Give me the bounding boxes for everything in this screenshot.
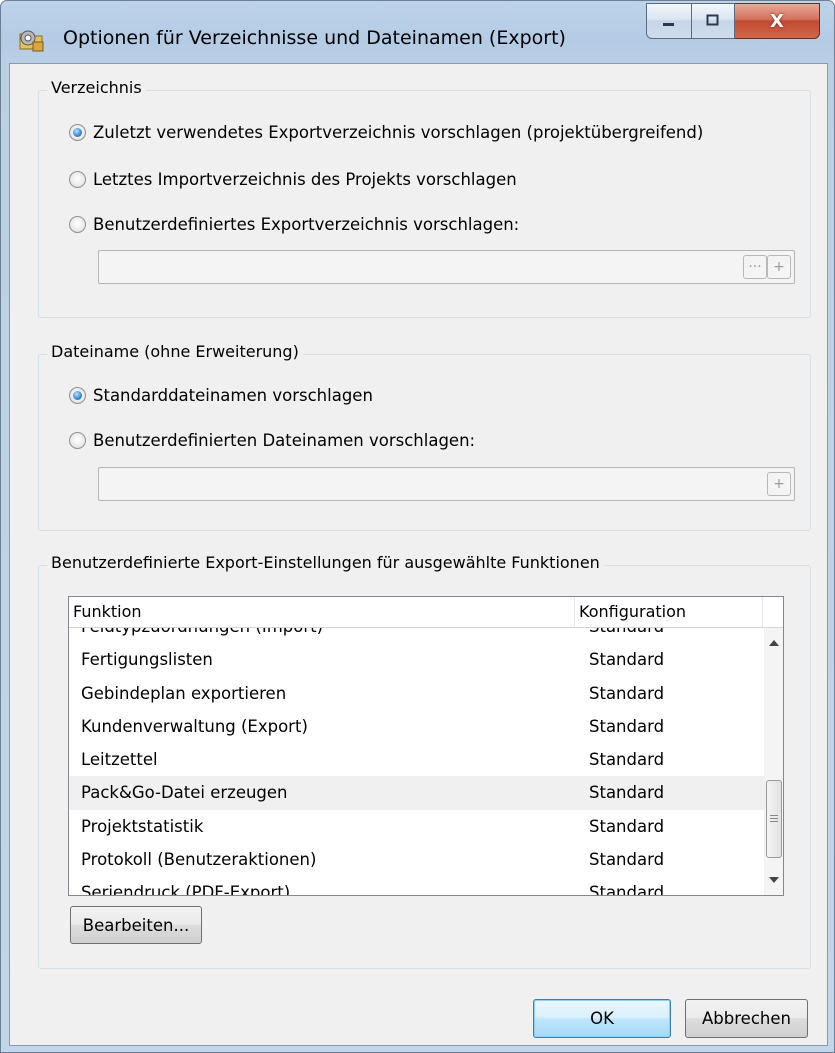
export-settings-group: Benutzerdefinierte Export-Einstellungen …: [38, 553, 811, 969]
cell-funktion: Pack&Go-Datei erzeugen: [81, 783, 288, 803]
cell-konfiguration: Standard: [589, 716, 665, 736]
cell-funktion: Projektstatistik: [81, 816, 204, 836]
table-row[interactable]: Projektstatistik Standard: [69, 810, 764, 843]
cell-funktion: Feldtypzuordnungen (Import): [81, 628, 323, 643]
add-filename-button[interactable]: +: [767, 472, 791, 496]
cell-konfiguration: Standard: [589, 628, 664, 643]
dateiname-group-title: Dateiname (ohne Erweiterung): [47, 342, 303, 361]
radio-label: Letztes Importverzeichnis des Projekts v…: [93, 170, 517, 189]
radio-label: Standarddateinamen vorschlagen: [93, 386, 373, 405]
radio-last-import-dir[interactable]: Letztes Importverzeichnis des Projekts v…: [69, 170, 517, 189]
radio-standard-filename[interactable]: Standarddateinamen vorschlagen: [69, 386, 373, 405]
list-rows: Feldtypzuordnungen (Import)StandardFerti…: [69, 628, 764, 895]
dateiname-group: Dateiname (ohne Erweiterung) Standarddat…: [38, 342, 811, 531]
radio-custom-export-dir[interactable]: Benutzerdefiniertes Exportverzeichnis vo…: [69, 215, 519, 234]
radio-last-export-dir[interactable]: Zuletzt verwendetes Exportverzeichnis vo…: [69, 123, 703, 142]
cell-funktion: Kundenverwaltung (Export): [81, 716, 308, 736]
maximize-button[interactable]: [691, 3, 735, 39]
title-bar[interactable]: Optionen für Verzeichnisse und Dateiname…: [1, 1, 834, 63]
verzeichnis-group-title: Verzeichnis: [47, 78, 146, 97]
radio-button-checked[interactable]: [69, 387, 86, 404]
caption-buttons: X: [646, 3, 820, 39]
arrow-down-icon: [769, 877, 779, 883]
radio-button[interactable]: [69, 171, 86, 188]
scroll-down-button[interactable]: [765, 871, 783, 889]
dialog-client-area: Verzeichnis Zuletzt verwendetes Exportve…: [9, 63, 828, 1046]
window-title: Optionen für Verzeichnisse und Dateiname…: [63, 27, 566, 49]
radio-custom-filename[interactable]: Benutzerdefinierten Dateinamen vorschlag…: [69, 431, 475, 450]
list-header: Funktion Konfiguration: [69, 597, 783, 628]
column-header-konfiguration[interactable]: Konfiguration: [575, 597, 764, 627]
column-header-funktion[interactable]: Funktion: [69, 597, 573, 627]
cell-konfiguration: Standard: [589, 850, 665, 870]
close-icon: X: [770, 10, 784, 32]
table-row[interactable]: Leitzettel Standard: [69, 743, 764, 776]
scroll-up-button[interactable]: [765, 634, 783, 652]
table-row[interactable]: Gebindeplan exportieren Standard: [69, 677, 764, 710]
cell-konfiguration: Standard: [589, 883, 665, 895]
cell-funktion: Fertigungslisten: [81, 650, 213, 670]
vertical-scrollbar[interactable]: [764, 628, 783, 895]
plus-icon: +: [773, 259, 785, 275]
verzeichnis-group: Verzeichnis Zuletzt verwendetes Exportve…: [38, 78, 811, 318]
radio-button-checked[interactable]: [69, 124, 86, 141]
cell-konfiguration: Standard: [589, 750, 665, 770]
ok-button[interactable]: OK: [533, 999, 671, 1038]
ellipsis-icon: ···: [748, 259, 762, 275]
dialog-window: Optionen für Verzeichnisse und Dateiname…: [0, 0, 835, 1053]
cell-konfiguration: Standard: [589, 783, 665, 803]
cell-funktion: Protokoll (Benutzeraktionen): [81, 850, 317, 870]
function-list[interactable]: Funktion Konfiguration Feldtypzuordnunge…: [68, 596, 784, 896]
grip-icon: [770, 815, 778, 822]
table-row[interactable]: Protokoll (Benutzeraktionen) Standard: [69, 843, 764, 876]
table-row[interactable]: Seriendruck (PDF-Export) Standard: [69, 876, 764, 895]
scroll-thumb[interactable]: [766, 780, 782, 858]
browse-dir-button[interactable]: ···: [743, 255, 767, 279]
add-dir-button[interactable]: +: [767, 255, 791, 279]
plus-icon: +: [773, 476, 785, 492]
minimize-icon: [663, 23, 674, 26]
cell-funktion: Gebindeplan exportieren: [81, 683, 287, 703]
radio-label: Benutzerdefinierten Dateinamen vorschlag…: [93, 431, 476, 450]
table-row[interactable]: Fertigungslisten Standard: [69, 643, 764, 676]
cell-funktion: Leitzettel: [81, 750, 158, 770]
cell-konfiguration: Standard: [589, 650, 665, 670]
list-body: Feldtypzuordnungen (Import)StandardFerti…: [69, 628, 764, 895]
radio-button[interactable]: [69, 432, 86, 449]
minimize-button[interactable]: [646, 3, 691, 39]
custom-filename-field[interactable]: +: [98, 467, 795, 501]
cell-konfiguration: Standard: [589, 683, 665, 703]
radio-label: Benutzerdefiniertes Exportverzeichnis vo…: [93, 215, 520, 234]
column-separator[interactable]: [762, 597, 763, 627]
custom-export-dir-field[interactable]: ··· +: [98, 250, 795, 284]
table-row[interactable]: Feldtypzuordnungen (Import) Standard: [69, 628, 764, 643]
table-row[interactable]: Pack&Go-Datei erzeugen Standard: [69, 776, 764, 810]
cell-funktion: Seriendruck (PDF-Export): [81, 883, 291, 895]
cell-konfiguration: Standard: [589, 816, 665, 836]
settings-folder-icon: [19, 30, 44, 52]
export-settings-group-title: Benutzerdefinierte Export-Einstellungen …: [47, 553, 604, 572]
cancel-button[interactable]: Abbrechen: [685, 999, 808, 1038]
radio-label: Zuletzt verwendetes Exportverzeichnis vo…: [93, 123, 704, 142]
arrow-up-icon: [769, 640, 779, 646]
close-button[interactable]: X: [735, 3, 820, 39]
radio-button[interactable]: [69, 216, 86, 233]
table-row[interactable]: Kundenverwaltung (Export) Standard: [69, 710, 764, 743]
maximize-icon: [706, 14, 719, 26]
edit-button[interactable]: Bearbeiten...: [70, 906, 202, 944]
